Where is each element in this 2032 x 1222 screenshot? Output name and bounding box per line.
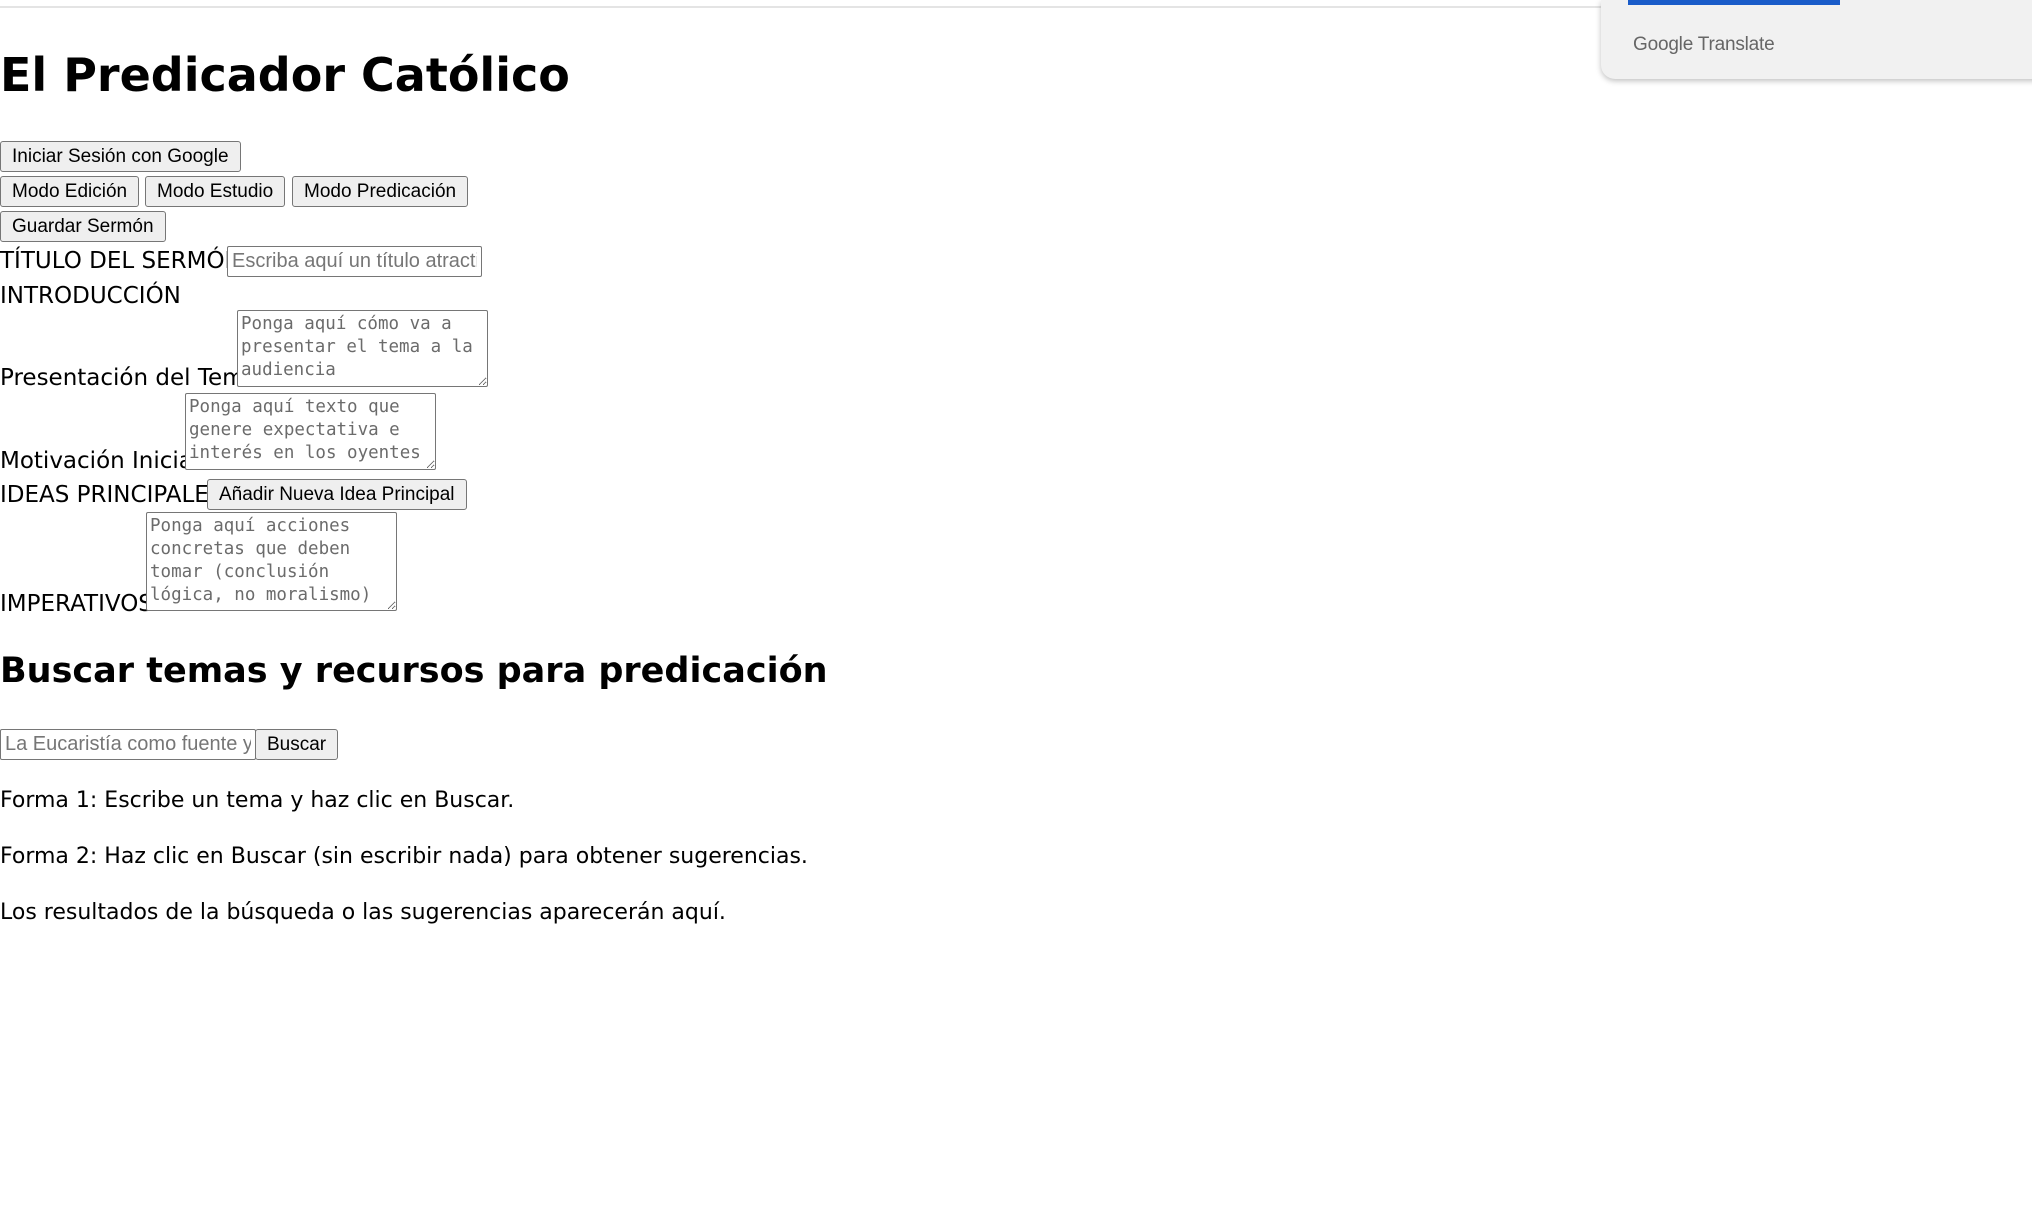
add-idea-button[interactable]: Añadir Nueva Idea Principal (207, 479, 467, 510)
search-button[interactable]: Buscar (255, 729, 339, 760)
introduccion-heading: INTRODUCCIÓN (0, 283, 181, 309)
imperativos-textarea[interactable] (146, 512, 397, 611)
titulo-input[interactable] (227, 246, 482, 277)
titulo-label: TÍTULO DEL SERMÓN (0, 248, 242, 274)
guardar-sermon-button[interactable]: Guardar Sermón (0, 211, 166, 242)
help-text-1: Forma 1: Escribe un tema y haz clic en B… (0, 788, 515, 813)
modo-predicacion-button[interactable]: Modo Predicación (292, 176, 469, 207)
search-results: Los resultados de la búsqueda o las suge… (0, 900, 726, 925)
top-divider (0, 6, 1602, 8)
imperativos-label: IMPERATIVOS (0, 591, 153, 617)
ideas-principales-heading: IDEAS PRINCIPALES (0, 482, 224, 508)
motivacion-label: Motivación Inicial (0, 448, 200, 474)
motivacion-textarea[interactable] (185, 393, 436, 470)
translate-active-tab-indicator (1628, 0, 1840, 5)
modo-edicion-button[interactable]: Modo Edición (0, 176, 140, 207)
google-translate-logo[interactable]: Google Translate (1633, 34, 1775, 56)
search-heading: Buscar temas y recursos para predicación (0, 651, 828, 691)
google-translate-bar: Google Translate (1601, 0, 2032, 79)
help-text-2: Forma 2: Haz clic en Buscar (sin escribi… (0, 844, 808, 869)
google-login-button[interactable]: Iniciar Sesión con Google (0, 141, 241, 172)
modo-estudio-button[interactable]: Modo Estudio (145, 176, 286, 207)
presentacion-textarea[interactable] (237, 310, 488, 387)
presentacion-label: Presentación del Tema (0, 365, 259, 391)
page-title: El Predicador Católico (0, 48, 570, 102)
search-input[interactable] (0, 729, 256, 760)
